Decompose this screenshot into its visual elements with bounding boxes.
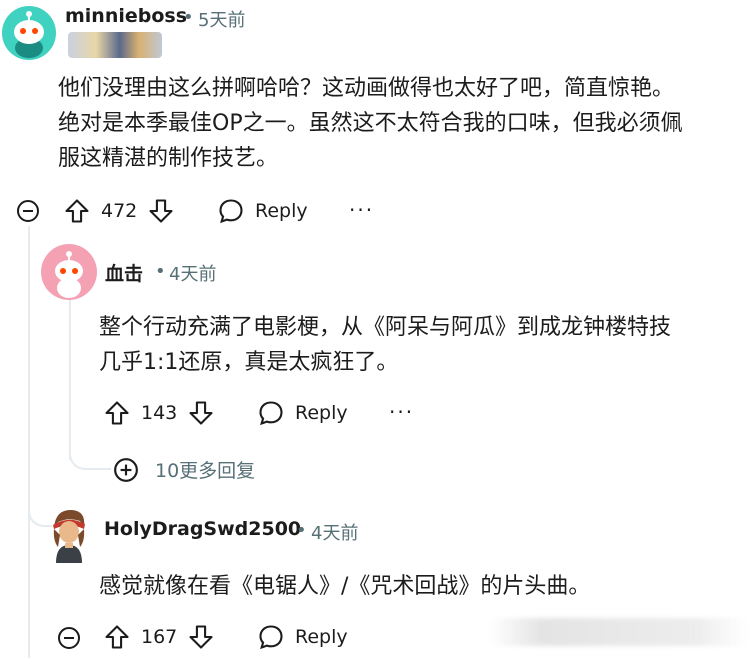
- reply-bubble: [257, 399, 285, 427]
- vote-group: 167: [103, 623, 215, 651]
- thread-line-main: [28, 226, 30, 658]
- collapse-minus-icon: [17, 200, 39, 222]
- more-options-button[interactable]: ···: [349, 198, 374, 222]
- collapse-button[interactable]: [57, 626, 81, 650]
- avatar-xueji[interactable]: [41, 244, 97, 300]
- thread-line-reply: [69, 300, 71, 460]
- downvote-icon: [189, 401, 213, 425]
- reply-button[interactable]: Reply: [217, 197, 308, 225]
- downvote-button[interactable]: [147, 197, 175, 225]
- vote-count: 472: [101, 200, 138, 222]
- avatar-holydragswd2500[interactable]: [44, 505, 94, 563]
- vote-group: 143: [103, 399, 215, 427]
- upvote-icon: [105, 625, 129, 649]
- flair-image: [68, 32, 162, 58]
- snoo-avatar-icon: [55, 251, 83, 298]
- downvote-icon: [149, 199, 173, 223]
- body-line: 整个行动充满了电影梗，从《阿呆与阿瓜》到成龙钟楼特技: [99, 315, 672, 340]
- expand-plus-icon: [114, 457, 138, 482]
- comment-body: 他们没理由这么拼啊哈哈？这动画做得也太好了吧，简直惊艳。 绝对是本季最佳OP之一…: [58, 71, 748, 176]
- comment-dot: •: [155, 261, 166, 282]
- vote-group: 472: [63, 197, 175, 225]
- body-line: 服这精湛的制作技艺。: [58, 146, 279, 171]
- comment-body: 感觉就像在看《电锯人》/《咒术回战》的片头曲。: [99, 569, 749, 604]
- reply-bubble-icon: [259, 625, 283, 650]
- body-line: 他们没理由这么拼啊哈哈？这动画做得也太好了吧，简直惊艳。: [58, 76, 675, 101]
- snoo-avatar-icon: [14, 11, 44, 58]
- downvote-icon: [189, 625, 213, 649]
- downvote-button[interactable]: [187, 399, 215, 427]
- upvote-icon: [105, 401, 129, 425]
- reply-label: Reply: [295, 402, 348, 424]
- comment-dot: •: [183, 7, 194, 28]
- more-replies-label: 10更多回复: [155, 460, 256, 482]
- comment-author[interactable]: HolyDragSwd2500: [104, 518, 301, 540]
- reply-label: Reply: [295, 626, 348, 648]
- comment-time: 5天前: [198, 10, 246, 31]
- more-replies-button[interactable]: 10更多回复: [113, 456, 255, 483]
- comment-time: 4天前: [169, 264, 217, 285]
- reply-button[interactable]: Reply: [257, 623, 348, 651]
- more-options-button[interactable]: ···: [389, 400, 414, 424]
- comment-dot: •: [296, 520, 307, 541]
- blurred-watermark: [490, 618, 748, 646]
- upvote-button[interactable]: [103, 399, 131, 427]
- reply-label: Reply: [255, 200, 308, 222]
- downvote-button[interactable]: [187, 623, 215, 651]
- vote-count: 143: [141, 402, 178, 424]
- collapse-button[interactable]: [16, 199, 40, 223]
- collapse-minus-icon: [58, 627, 80, 649]
- reply-button[interactable]: Reply: [257, 399, 348, 427]
- reply-bubble-icon: [219, 199, 243, 224]
- comment-author[interactable]: minnieboss: [65, 5, 187, 27]
- upvote-button[interactable]: [63, 197, 91, 225]
- upvote-button[interactable]: [103, 623, 131, 651]
- comment-time: 4天前: [311, 523, 359, 544]
- body-line: 感觉就像在看《电锯人》/《咒术回战》的片头曲。: [99, 574, 591, 599]
- reply-bubble: [257, 623, 285, 651]
- thread-curve: [69, 440, 111, 470]
- vote-count: 167: [141, 626, 178, 648]
- reply-bubble: [217, 197, 245, 225]
- avatar-character-icon: [53, 509, 85, 563]
- comment-body: 整个行动充满了电影梗，从《阿呆与阿瓜》到成龙钟楼特技 几乎1:1还原，真是太疯狂…: [99, 310, 749, 380]
- body-line: 绝对是本季最佳OP之一。虽然这不太符合我的口味，但我必须佩: [58, 111, 683, 136]
- avatar-minnieboss[interactable]: [2, 6, 56, 60]
- body-line: 几乎1:1还原，真是太疯狂了。: [99, 350, 399, 375]
- expand-button: [113, 457, 139, 483]
- comment-author[interactable]: 血击: [105, 259, 143, 286]
- upvote-icon: [65, 199, 89, 223]
- reply-bubble-icon: [259, 401, 283, 426]
